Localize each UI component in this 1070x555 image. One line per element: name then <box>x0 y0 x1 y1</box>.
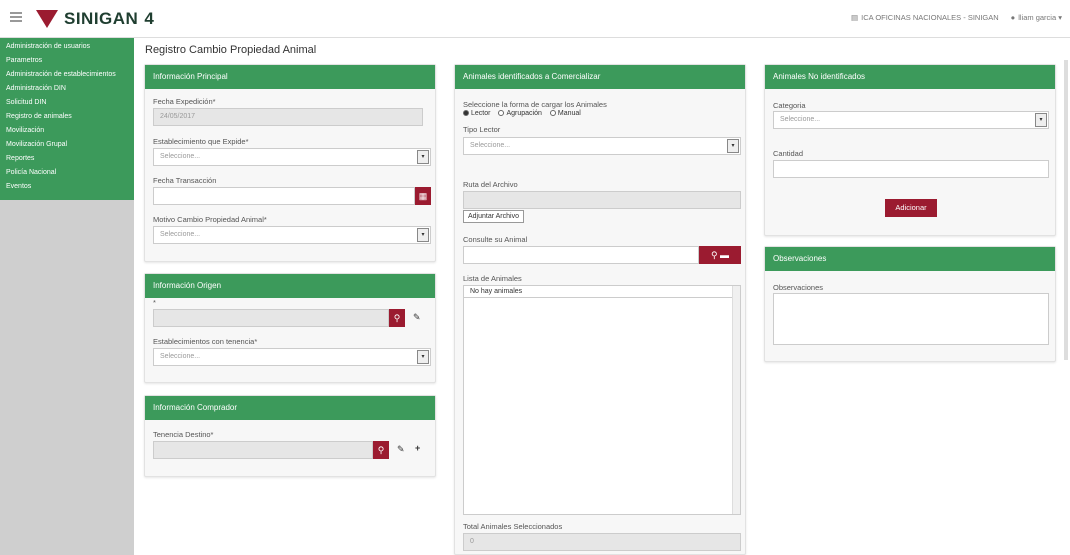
sidebar-item-movilizacion-grupal[interactable]: Movilización Grupal <box>0 138 134 152</box>
panel-observaciones: Observaciones Observaciones <box>764 246 1056 362</box>
sidebar-item-usuarios[interactable]: Administración de usuarios <box>0 40 134 54</box>
panel-title: Información Principal <box>145 65 435 89</box>
sidebar-item-eventos[interactable]: Eventos <box>0 180 134 194</box>
ruta-archivo-field <box>463 191 741 209</box>
establecimiento-label: Establecimiento que Expide* <box>153 137 249 146</box>
cantidad-label: Cantidad <box>773 149 804 158</box>
radio-lector[interactable]: Lector <box>463 110 490 117</box>
search-icon[interactable]: ⚲ <box>373 441 389 459</box>
app-version: 4 <box>144 9 154 28</box>
ruta-archivo-label: Ruta del Archivo <box>463 180 518 189</box>
user-menu[interactable]: ● lliam garcia ▾ <box>1011 13 1062 22</box>
sidebar-item-registro-animales[interactable]: Registro de animales <box>0 110 134 124</box>
fecha-transaccion-label: Fecha Transacción <box>153 176 217 185</box>
sidebar: Administración de usuarios Parametros Ad… <box>0 38 134 555</box>
sidebar-item-admin-din[interactable]: Administración DIN <box>0 82 134 96</box>
adjuntar-archivo-button[interactable]: Adjuntar Archivo <box>463 210 524 223</box>
calendar-icon[interactable]: ▦ <box>415 187 431 205</box>
radio-icon <box>498 110 505 116</box>
office-label: ICA OFICINAS NACIONALES - SINIGAN <box>861 13 999 22</box>
total-animales-field: 0 <box>463 533 741 551</box>
search-folder-buttons: ⚲ ▬ <box>699 246 741 264</box>
panel-title: Animales No identificados <box>765 65 1055 89</box>
pencil-icon[interactable]: ✎ <box>413 312 421 323</box>
tipo-lector-select[interactable]: Seleccione... ▾ <box>463 137 741 155</box>
fecha-expedicion-label: Fecha Expedición* <box>153 97 216 106</box>
radio-selected-icon <box>463 110 469 116</box>
panel-info-comprador: Información Comprador Tenencia Destino* … <box>144 395 436 477</box>
forma-carga-label: Seleccione la forma de cargar los Animal… <box>463 100 607 109</box>
sidebar-item-reportes[interactable]: Reportes <box>0 152 134 166</box>
consulta-animal-input[interactable] <box>463 246 699 264</box>
building-icon: ▤ <box>851 13 859 22</box>
sidebar-item-policia[interactable]: Policía Nacional <box>0 166 134 180</box>
panel-info-principal: Información Principal Fecha Expedición* … <box>144 64 436 262</box>
categoria-label: Categoria <box>773 101 806 110</box>
panel-title: Información Origen <box>145 274 435 298</box>
search-icon[interactable]: ⚲ <box>389 309 405 327</box>
observaciones-label: Observaciones <box>773 283 824 292</box>
required-mark: * <box>153 298 156 307</box>
user-icon: ● <box>1010 13 1016 22</box>
top-bar: SINIGAN 4 ▤ ICA OFICINAS NACIONALES - SIN… <box>0 0 1070 38</box>
plus-icon[interactable]: + <box>415 443 420 453</box>
sidebar-item-parametros[interactable]: Parametros <box>0 54 134 68</box>
motivo-select[interactable]: Seleccione... ▾ <box>153 226 431 244</box>
adicionar-button[interactable]: Adicionar <box>885 199 937 217</box>
logo-mark-icon <box>36 10 58 28</box>
panel-info-origen: Información Origen * ⚲ ✎ Establecimiento… <box>144 273 436 383</box>
lista-empty-text: No hay animales <box>464 286 740 298</box>
tenencia-destino-input[interactable] <box>153 441 373 459</box>
establecimiento-select[interactable]: Seleccione... ▾ <box>153 148 431 166</box>
panel-title: Información Comprador <box>145 396 435 420</box>
user-name: lliam garcia <box>1018 13 1057 22</box>
panel-animales-no-identificados: Animales No identificados Categoria Sele… <box>764 64 1056 236</box>
panel-title: Observaciones <box>765 247 1055 271</box>
app-logo: SINIGAN 4 <box>36 8 154 30</box>
chevron-down-icon: ▾ <box>727 139 739 153</box>
sidebar-item-establecimientos[interactable]: Administración de establecimientos <box>0 68 134 82</box>
lista-animales-label: Lista de Animales <box>463 274 522 283</box>
radio-icon <box>549 110 556 116</box>
fecha-transaccion-input[interactable] <box>153 187 415 205</box>
consulta-animal-label: Consulte su Animal <box>463 235 528 244</box>
fecha-expedicion-field: 24/05/2017 <box>153 108 423 126</box>
chevron-down-icon: ▾ <box>417 350 429 364</box>
lista-animales[interactable]: No hay animales <box>463 285 741 515</box>
panel-title: Animales identificados a Comercializar <box>455 65 745 89</box>
categoria-select[interactable]: Seleccione... ▾ <box>773 111 1049 129</box>
total-animales-label: Total Animales Seleccionados <box>463 522 563 531</box>
lista-scrollbar[interactable] <box>732 286 740 514</box>
page-title: Registro Cambio Propiedad Animal <box>145 44 317 56</box>
app-name: SINIGAN <box>64 9 139 28</box>
page-scrollbar[interactable] <box>1064 60 1068 360</box>
folder-icon[interactable]: ▬ <box>720 250 729 260</box>
sidebar-menu: Administración de usuarios Parametros Ad… <box>0 38 134 200</box>
forma-carga-radios: Lector Agrupación Manual <box>463 110 581 117</box>
panel-animales-identificados: Animales identificados a Comercializar S… <box>454 64 746 555</box>
establecimientos-tenencia-select[interactable]: Seleccione... ▾ <box>153 348 431 366</box>
observaciones-textarea[interactable] <box>773 293 1049 345</box>
menu-icon[interactable] <box>10 12 22 22</box>
chevron-down-icon: ▾ <box>417 228 429 242</box>
pencil-icon[interactable]: ✎ <box>397 444 405 455</box>
motivo-label: Motivo Cambio Propiedad Animal* <box>153 215 267 224</box>
tenencia-destino-label: Tenencia Destino* <box>153 430 214 439</box>
tipo-lector-label: Tipo Lector <box>463 125 501 134</box>
sidebar-item-movilizacion[interactable]: Movilización <box>0 124 134 138</box>
radio-manual[interactable]: Manual <box>549 110 581 117</box>
sidebar-item-solicitud-din[interactable]: Solicitud DIN <box>0 96 134 110</box>
establecimientos-tenencia-label: Establecimientos con tenencia* <box>153 337 258 346</box>
radio-agrupacion[interactable]: Agrupación <box>498 110 542 117</box>
origen-search-input[interactable] <box>153 309 389 327</box>
chevron-down-icon: ▾ <box>1035 113 1047 127</box>
search-icon[interactable]: ⚲ <box>711 250 718 260</box>
cantidad-input[interactable] <box>773 160 1049 178</box>
office-link[interactable]: ▤ ICA OFICINAS NACIONALES - SINIGAN <box>851 13 999 22</box>
chevron-down-icon: ▾ <box>417 150 429 164</box>
